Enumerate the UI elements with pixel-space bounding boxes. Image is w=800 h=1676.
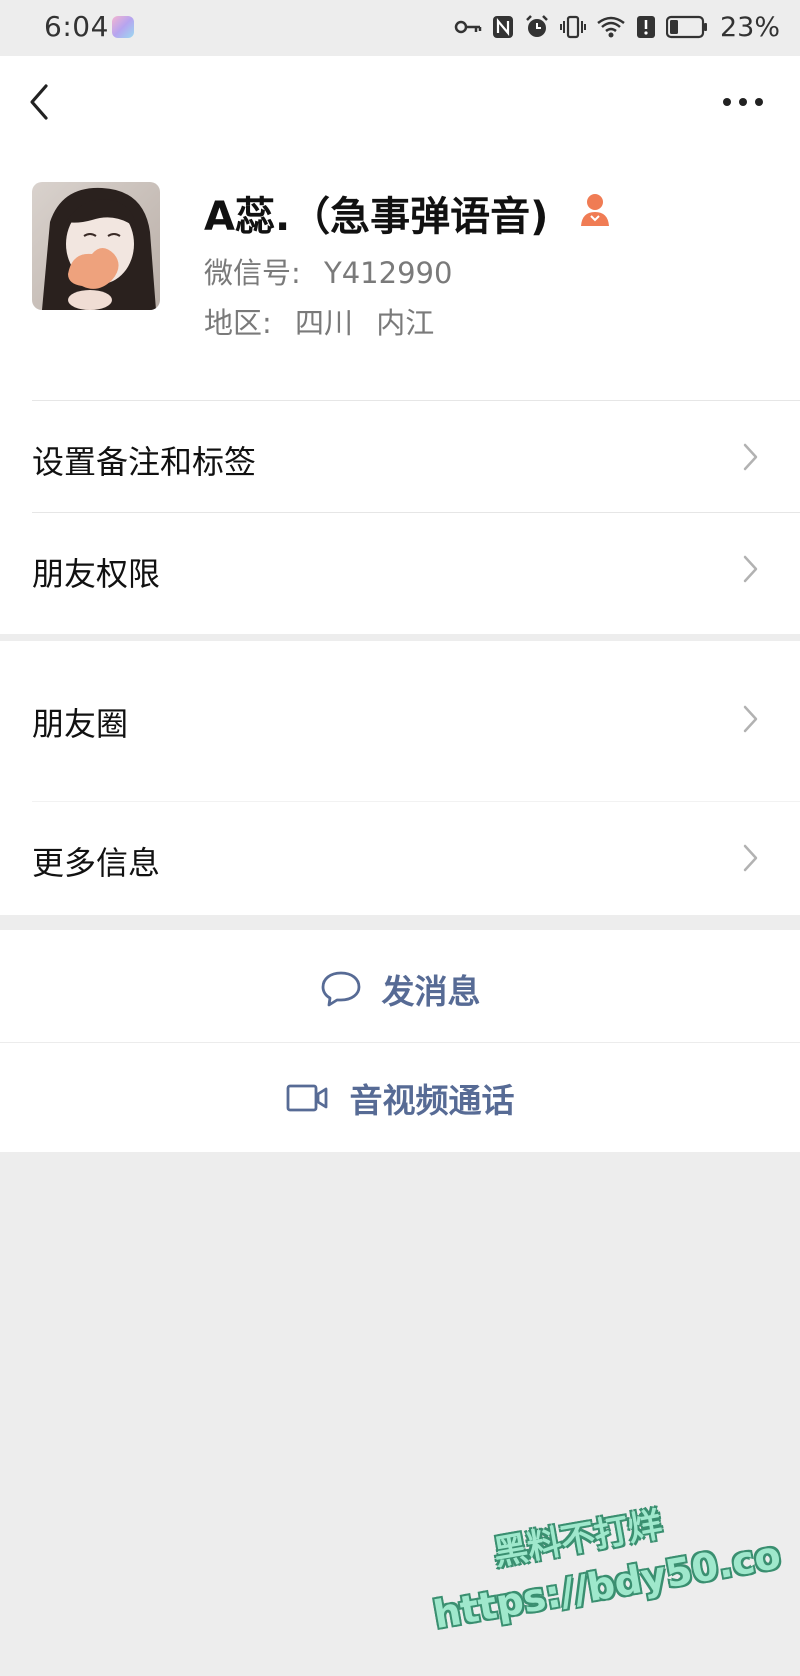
more-dots-icon: [723, 98, 763, 106]
chevron-right-icon: [742, 842, 760, 874]
back-button[interactable]: [22, 80, 62, 124]
nav-bar: [0, 56, 800, 148]
contact-name: A蕊.（急事弹语音): [204, 194, 549, 240]
profile-header: A蕊.（急事弹语音) 微信号: Y412990 地区: 四川 内江: [0, 170, 800, 370]
region-city: 内江: [376, 306, 435, 340]
region-line: 地区: 四川 内江: [204, 300, 434, 342]
menu-item-more-info[interactable]: 更多信息: [0, 802, 800, 915]
menu-item-label: 朋友权限: [32, 555, 161, 593]
avatar[interactable]: [32, 182, 160, 310]
notification-icon: [636, 15, 656, 39]
video-call-icon: [286, 1084, 327, 1112]
chevron-right-icon: [742, 553, 760, 585]
wifi-icon: [596, 15, 626, 39]
menu-item-label: 设置备注和标签: [32, 443, 257, 481]
watermark: 黑料不打烊 https://bdy50.co: [420, 1480, 784, 1676]
menu-item-label: 更多信息: [32, 844, 161, 882]
region-label: 地区:: [204, 306, 272, 340]
chevron-left-icon: [30, 84, 48, 120]
chevron-right-icon: [742, 441, 760, 473]
person-badge-icon: [578, 190, 612, 228]
menu-item-moments[interactable]: 朋友圈: [0, 641, 800, 801]
wechat-id-label: 微信号:: [204, 256, 301, 290]
av-call-button[interactable]: 音视频通话: [0, 1043, 800, 1153]
status-bar: 6:04 23%: [0, 0, 800, 56]
alarm-icon: [524, 14, 550, 40]
app-notification-icon: [112, 16, 134, 38]
wechat-id-line: 微信号: Y412990: [204, 250, 452, 292]
battery-icon: [665, 15, 708, 39]
key-icon: [454, 17, 482, 37]
status-time: 6:04: [44, 10, 109, 43]
chat-bubble-icon: [321, 971, 360, 1007]
send-message-label: 发消息: [381, 972, 481, 1011]
vibrate-icon: [559, 15, 586, 39]
wechat-id-value: Y412990: [324, 256, 453, 290]
more-button[interactable]: [722, 92, 764, 112]
menu-item-label: 朋友圈: [32, 705, 129, 743]
nfc-icon: [492, 15, 514, 39]
chevron-right-icon: [742, 703, 760, 735]
menu-item-remark-tags[interactable]: 设置备注和标签: [0, 401, 800, 512]
send-message-button[interactable]: 发消息: [0, 934, 800, 1044]
status-icons: 23%: [454, 11, 780, 43]
battery-percent: 23%: [719, 11, 780, 43]
menu-item-friend-permissions[interactable]: 朋友权限: [0, 513, 800, 624]
region-province: 四川: [295, 306, 354, 340]
av-call-label: 音视频通话: [349, 1081, 515, 1120]
